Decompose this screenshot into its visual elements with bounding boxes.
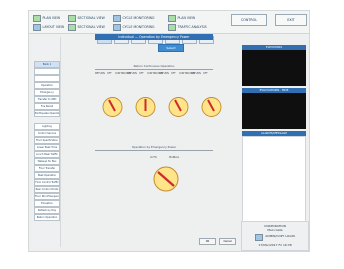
control-button[interactable]: CONTROL bbox=[231, 14, 267, 26]
sidebar-item-lighting[interactable]: Lighting bbox=[34, 123, 60, 130]
toolbar-button-7[interactable]: CYCLE MONITORING bbox=[113, 23, 155, 31]
sidebar-item-floor-nonemergency[interactable]: Floor Non-Emergency bbox=[34, 193, 60, 200]
sidebar-item-floor-transfer[interactable]: Floor Transfer bbox=[34, 165, 60, 172]
user-icon bbox=[255, 234, 264, 241]
auto-label: AUTO bbox=[150, 156, 157, 159]
cancel-button[interactable]: Cancel bbox=[219, 238, 236, 245]
toolbar-button-3[interactable]: CYCLE MONITORING bbox=[113, 14, 155, 22]
sidebar-item-wakeup[interactable]: Wakeup for Bus bbox=[34, 158, 60, 165]
user-label: ADMIN/COPY LOGIN bbox=[265, 234, 295, 238]
sidebar-item-exception[interactable]: Exception bbox=[34, 200, 60, 207]
off-label-1: OFF bbox=[107, 72, 112, 75]
return-label-2: RETURN bbox=[127, 72, 137, 75]
section-title-return: Return Continuous Operation bbox=[133, 64, 175, 68]
monitor-icon bbox=[113, 23, 121, 31]
status-panel: CORPORATION Main Gate ADMIN/COPY LOGIN 1… bbox=[241, 221, 309, 251]
section-icon bbox=[68, 23, 76, 31]
elevators-display bbox=[242, 50, 306, 86]
toolbar-button-4[interactable]: PLAN VIEW bbox=[168, 14, 195, 22]
right-panel: ELEVATORS EVACUATIONS · MOE ALARMS/MESSA… bbox=[242, 45, 306, 226]
exit-button[interactable]: EXIT bbox=[275, 14, 307, 26]
toolbar-button-8[interactable]: TRAFFIC ANALYSIS bbox=[168, 23, 207, 31]
off-label-3: OFF bbox=[171, 72, 176, 75]
select-button[interactable]: Select bbox=[158, 44, 184, 52]
sidebar-item-peak[interactable]: Peak Operation bbox=[34, 172, 60, 179]
sidebar-item-control-service[interactable]: Control Service bbox=[34, 130, 60, 137]
off-label-2: OFF bbox=[139, 72, 144, 75]
monitor-icon bbox=[113, 14, 121, 22]
toolbar: PLAN VIEW SECTIONAL VIEW CYCLE MONITORIN… bbox=[29, 11, 309, 34]
app-window: PLAN VIEW SECTIONAL VIEW CYCLE MONITORIN… bbox=[28, 10, 310, 252]
sidebar-item-fire[interactable]: Fire Recall bbox=[34, 103, 60, 110]
evacuations-display bbox=[242, 93, 306, 129]
sidebar-item-bank[interactable]: Bank 1 bbox=[34, 61, 60, 68]
dial-4[interactable] bbox=[198, 93, 225, 121]
layout-icon bbox=[33, 23, 41, 31]
datetime: 17/Mar/2017 Fri 16:38 bbox=[258, 243, 292, 247]
dial-2[interactable] bbox=[132, 93, 159, 121]
off-label-4: OFF bbox=[203, 72, 208, 75]
toolbar-button-6[interactable]: SECTIONAL VIEW bbox=[68, 23, 105, 31]
toolbar-button-2[interactable]: SECTIONAL VIEW bbox=[68, 14, 105, 22]
divider bbox=[95, 150, 213, 151]
plan-icon bbox=[33, 14, 41, 22]
sidebar-item-lunch-peak[interactable]: Lunch Peak Traffic bbox=[34, 151, 60, 158]
sidebar: Bank 1 Operation Emergency Transfer to O… bbox=[32, 37, 61, 247]
divider bbox=[95, 69, 213, 70]
sidebar-item-floor-spec[interactable]: Floor Specification bbox=[34, 137, 60, 144]
sidebar-item-blank-2[interactable] bbox=[34, 75, 60, 82]
dial-3[interactable] bbox=[165, 93, 192, 121]
section-icon bbox=[68, 14, 76, 22]
sidebar-item-operation[interactable]: Operation bbox=[34, 82, 60, 89]
sidebar-item-floor-control[interactable]: Floor Control Traffic bbox=[34, 179, 60, 186]
section-title-emergency: Operation by Emergency Power bbox=[131, 145, 177, 149]
sidebar-item-emergency[interactable]: Emergency bbox=[34, 89, 60, 96]
traffic-icon bbox=[168, 23, 176, 31]
dial-1[interactable] bbox=[99, 93, 126, 121]
ok-button[interactable]: OK bbox=[199, 238, 216, 245]
return-label-3: RETURN bbox=[159, 72, 169, 75]
manual-label: MANUAL bbox=[169, 156, 180, 159]
plan-icon bbox=[168, 14, 176, 22]
page-title-bar: Individual — Operation by Emergency Powe… bbox=[95, 34, 213, 40]
toolbar-button-5[interactable]: LAYOUT VIEW bbox=[33, 23, 64, 31]
toolbar-button-1[interactable]: PLAN VIEW bbox=[33, 14, 60, 22]
sidebar-item-earthquake[interactable]: Earthquake Operation bbox=[34, 110, 60, 117]
emergency-power-dial[interactable] bbox=[149, 162, 183, 196]
sidebar-item-return-operation[interactable]: Return Operation bbox=[34, 214, 60, 221]
alarms-list bbox=[242, 136, 306, 226]
sidebar-item-blank-1[interactable] bbox=[34, 68, 60, 75]
sidebar-item-lower-peak[interactable]: Lower Peak Time bbox=[34, 144, 60, 151]
user-row: ADMIN/COPY LOGIN bbox=[242, 234, 308, 241]
sidebar-item-refresh[interactable]: Refresh by Day bbox=[34, 207, 60, 214]
sidebar-item-transfer[interactable]: Transfer to OPD bbox=[34, 96, 60, 103]
sidebar-item-rear-control[interactable]: Rear Control Points bbox=[34, 186, 60, 193]
corp-subtitle: Main Gate bbox=[267, 228, 283, 232]
return-label-1: RETURN bbox=[95, 72, 105, 75]
return-label-4: RETURN bbox=[191, 72, 201, 75]
